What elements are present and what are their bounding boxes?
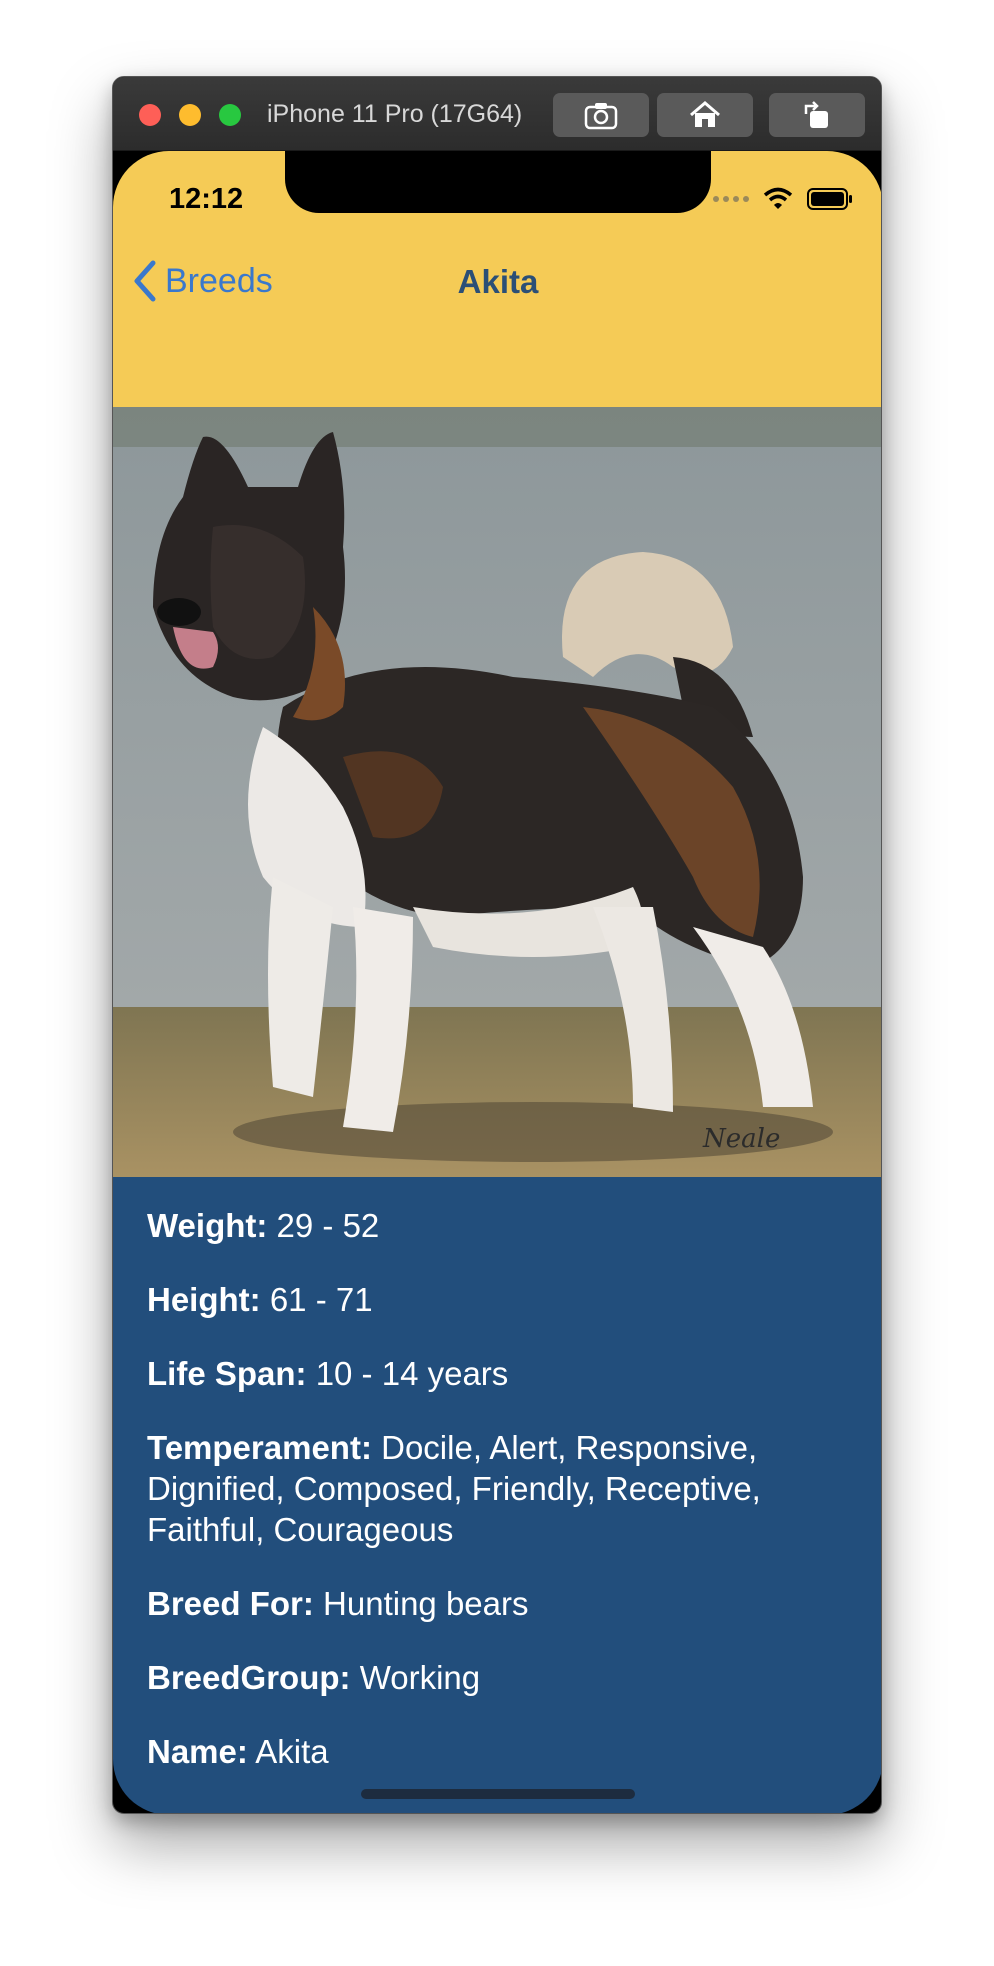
detail-row-breed-for: Breed For: Hunting bears <box>147 1583 847 1624</box>
wifi-icon <box>763 187 793 209</box>
cellular-signal-icon <box>713 196 749 202</box>
screenshot-button[interactable] <box>553 93 649 137</box>
detail-value: 29 - 52 <box>276 1207 380 1244</box>
detail-value: Hunting bears <box>323 1585 529 1622</box>
zoom-window-button[interactable] <box>219 104 241 126</box>
detail-label: Breed For: <box>147 1585 314 1622</box>
simulator-window: iPhone 11 Pro (17G64) 12:12 Breeds Akita… <box>112 76 882 1814</box>
device-notch <box>285 151 711 213</box>
photo-signature: Neale <box>702 1124 780 1154</box>
minimize-window-button[interactable] <box>179 104 201 126</box>
detail-value: Working <box>359 1659 481 1696</box>
detail-value: 61 - 71 <box>269 1281 373 1318</box>
detail-label: Name: <box>147 1733 248 1770</box>
dog-photo: Neale <box>113 407 881 1177</box>
rotate-icon <box>804 101 828 128</box>
breed-photo: Neale <box>113 407 881 1177</box>
detail-label: Temperament: <box>147 1429 372 1466</box>
status-icons <box>713 187 853 211</box>
home-indicator[interactable] <box>361 1789 635 1799</box>
detail-label: BreedGroup: <box>147 1659 351 1696</box>
detail-row-name: Name: Akita <box>147 1731 847 1772</box>
close-window-button[interactable] <box>139 104 161 126</box>
title-bar[interactable]: iPhone 11 Pro (17G64) <box>113 77 881 151</box>
detail-label: Height: <box>147 1281 261 1318</box>
screenshot-icon <box>584 103 618 130</box>
home-icon <box>690 101 720 127</box>
nav-title: Akita <box>457 263 539 300</box>
detail-row-height: Height: 61 - 71 <box>147 1279 847 1320</box>
home-button[interactable] <box>657 93 753 137</box>
navigation-header: 12:12 Breeds Akita <box>113 151 881 407</box>
status-time: 12:12 <box>169 183 244 215</box>
detail-value: 10 - 14 years <box>315 1355 509 1392</box>
detail-row-temperament: Temperament: Docile, Alert, Responsive, … <box>147 1427 847 1550</box>
breed-details: Weight: 29 - 52 Height: 61 - 71 Life Spa… <box>147 1177 847 1772</box>
detail-row-weight: Weight: 29 - 52 <box>147 1205 847 1246</box>
detail-label: Weight: <box>147 1207 268 1244</box>
detail-label: Life Span: <box>147 1355 307 1392</box>
window-title: iPhone 11 Pro (17G64) <box>267 100 523 128</box>
detail-row-breed-group: BreedGroup: Working <box>147 1657 847 1698</box>
device-screen: 12:12 Breeds Akita Neale Weight: 29 - 52… <box>113 151 881 1813</box>
detail-value: Akita <box>255 1733 329 1770</box>
battery-icon <box>807 188 852 210</box>
detail-row-life-span: Life Span: 10 - 14 years <box>147 1353 847 1394</box>
rotate-button[interactable] <box>769 93 865 137</box>
